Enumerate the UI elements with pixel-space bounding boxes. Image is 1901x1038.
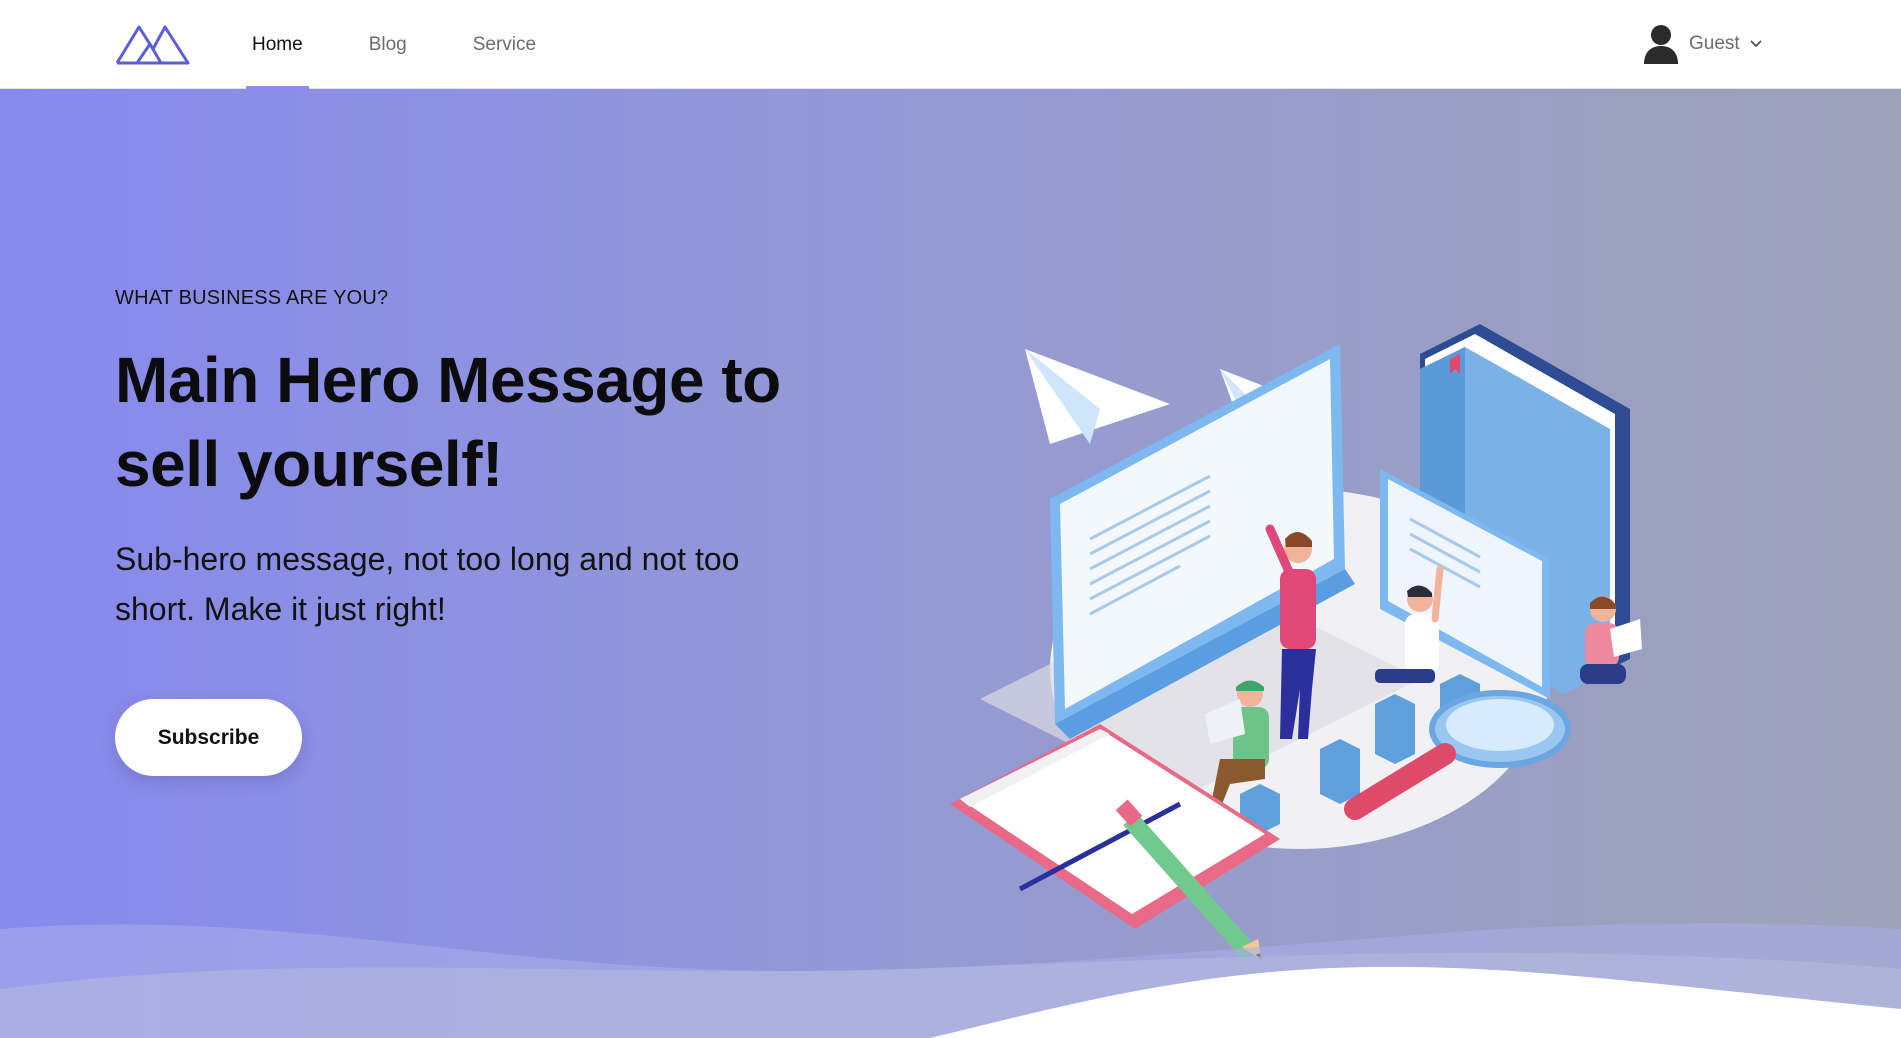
user-name-label: Guest xyxy=(1689,33,1740,54)
main-nav: Home Blog Service xyxy=(246,0,596,89)
nav-item-label: Home xyxy=(252,33,303,55)
hero-subheadline: Sub-hero message, not too long and not t… xyxy=(115,534,815,634)
nav-item-home[interactable]: Home xyxy=(246,0,309,89)
mountains-logo-icon[interactable] xyxy=(115,22,191,66)
user-avatar-icon xyxy=(1644,25,1678,64)
nav-item-service[interactable]: Service xyxy=(467,0,542,89)
hero-headline-line-1: Main Hero Message to xyxy=(115,344,781,416)
hero-bottom-waves xyxy=(0,923,1901,1038)
hero-headline: Main Hero Message to sell yourself! xyxy=(115,338,815,506)
chevron-down-icon xyxy=(1750,40,1762,48)
hero-section: WHAT BUSINESS ARE YOU? Main Hero Message… xyxy=(0,89,1901,1038)
subscribe-button[interactable]: Subscribe xyxy=(115,699,302,776)
nav-item-label: Blog xyxy=(368,33,407,55)
hero-subheadline-line-2: short. Make it just right! xyxy=(115,591,446,627)
isometric-team-working-illustration xyxy=(950,324,1642,961)
hero-headline-line-2: sell yourself! xyxy=(115,428,503,500)
top-navbar: Home Blog Service Guest xyxy=(0,0,1901,89)
nav-item-blog[interactable]: Blog xyxy=(363,0,413,89)
hero-text-block: WHAT BUSINESS ARE YOU? Main Hero Message… xyxy=(115,287,815,634)
user-menu-dropdown[interactable]: Guest xyxy=(1643,22,1762,66)
paper-plane-icon xyxy=(1025,349,1170,444)
nav-item-label: Service xyxy=(472,33,537,55)
hero-eyebrow: WHAT BUSINESS ARE YOU? xyxy=(115,287,389,309)
hero-subheadline-line-1: Sub-hero message, not too long and not t… xyxy=(115,541,740,577)
